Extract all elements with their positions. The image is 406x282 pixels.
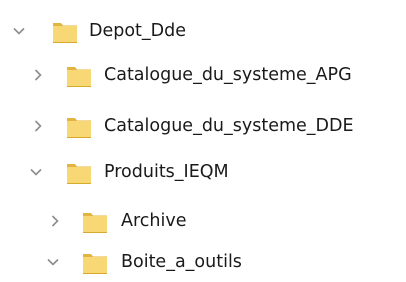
chevron-right-icon[interactable] (28, 55, 48, 95)
tree-item-label: Produits_IEQM (104, 162, 229, 182)
folder-icon (66, 62, 92, 88)
folder-icon (82, 208, 108, 234)
tree-item-label: Catalogue_du_systeme_DDE (104, 116, 354, 136)
folder-icon (66, 159, 92, 185)
folder-icon (82, 249, 108, 275)
tree-item-archive[interactable]: Archive (0, 201, 406, 241)
chevron-right-icon[interactable] (28, 106, 48, 146)
tree-item-catalogue-dde[interactable]: Catalogue_du_systeme_DDE (0, 106, 406, 146)
chevron-right-icon[interactable] (45, 201, 65, 241)
tree-item-boite-a-outils[interactable]: Boite_a_outils (0, 242, 406, 282)
chevron-down-icon[interactable] (43, 242, 63, 282)
tree-item-label: Boite_a_outils (121, 252, 242, 272)
tree-item-catalogue-apg[interactable]: Catalogue_du_systeme_APG (0, 55, 406, 95)
tree-item-depot-dde[interactable]: Depot_Dde (0, 11, 406, 51)
chevron-down-icon[interactable] (26, 152, 46, 192)
tree-item-label: Archive (121, 211, 187, 231)
tree-item-label: Catalogue_du_systeme_APG (104, 65, 352, 85)
tree-item-produits-ieqm[interactable]: Produits_IEQM (0, 152, 406, 192)
tree-item-label: Depot_Dde (89, 21, 187, 41)
folder-icon (52, 18, 78, 44)
folder-tree: Depot_Dde Catalogue_du_systeme_APG Catal… (0, 0, 406, 282)
chevron-down-icon[interactable] (9, 11, 29, 51)
folder-icon (66, 113, 92, 139)
